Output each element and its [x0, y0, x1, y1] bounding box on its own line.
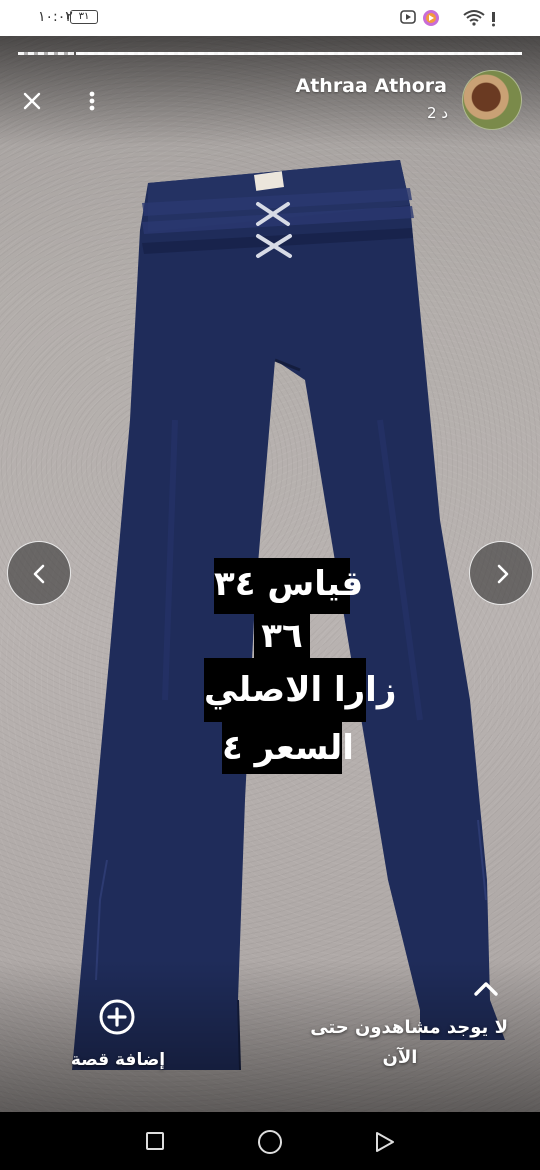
recents-icon[interactable] — [146, 1132, 164, 1150]
back-icon[interactable] — [374, 1130, 396, 1154]
story-text-size: قياس ٣٤ — [214, 558, 363, 614]
battery-icon: ٣١ — [67, 10, 98, 24]
home-icon[interactable] — [258, 1130, 282, 1154]
status-bar: ١٠:٠٢ ٣١ — [0, 0, 540, 36]
circle-app-icon — [423, 10, 439, 26]
viewers-text: لا يوجد مشاهدون حتى — [310, 1017, 508, 1038]
chevron-right-icon — [497, 564, 509, 584]
story-text-brand: زارا الاصلي — [204, 658, 396, 722]
add-story-button[interactable]: إضافة قصة — [58, 994, 178, 1084]
wifi-icon — [463, 10, 495, 27]
story-text-size-2: ٣٦ — [254, 614, 310, 660]
more-options-icon[interactable] — [82, 89, 102, 113]
progress-dashes — [18, 52, 522, 55]
system-nav-bar — [0, 1112, 540, 1170]
add-story-label: إضافة قصة — [70, 1050, 166, 1070]
youtube-icon — [400, 10, 416, 24]
chevron-up-icon — [474, 982, 498, 996]
story-text-price: السعر ٤ — [222, 722, 354, 774]
close-icon[interactable] — [20, 89, 44, 113]
previous-story-button[interactable] — [7, 541, 71, 605]
next-story-button[interactable] — [469, 541, 533, 605]
add-circle-icon — [99, 999, 135, 1035]
avatar[interactable] — [462, 70, 522, 130]
story-author[interactable]: Athraa Athora — [296, 75, 448, 97]
viewers-text-2: الآن — [382, 1047, 418, 1068]
chevron-left-icon — [33, 564, 45, 584]
story-time: 2 د — [427, 104, 448, 122]
story-viewer: ١٠:٠٢ ٣١ Athraa Athora 2 د قياس ٣٤ ٣٦ زا… — [0, 0, 540, 1170]
viewers-panel[interactable]: لا يوجد مشاهدون حتى الآن — [280, 975, 520, 1080]
